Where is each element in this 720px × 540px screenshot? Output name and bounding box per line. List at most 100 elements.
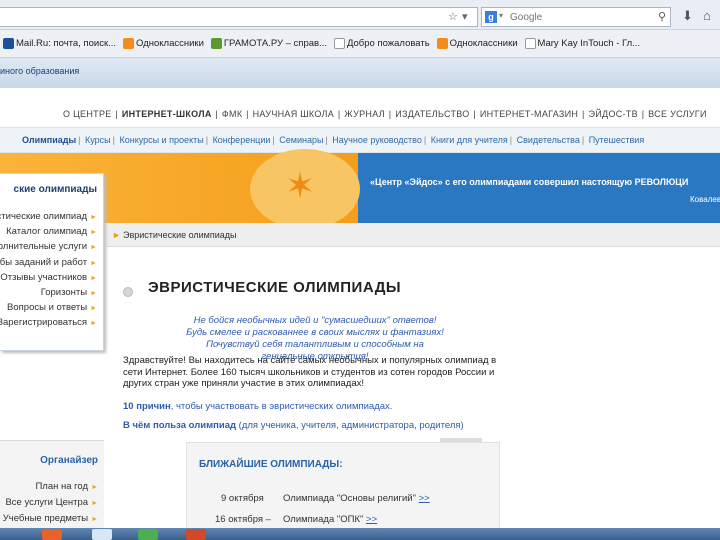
home-icon[interactable]: ⌂	[703, 8, 711, 23]
subnav-item[interactable]: Путешествия	[589, 135, 645, 145]
intro-text: Здравствуйте! Вы находитесь на сайте сам…	[123, 355, 497, 389]
sidebar-item[interactable]: Отзывы участников ►	[0, 270, 97, 285]
upcoming-events: БЛИЖАЙШИЕ ОЛИМПИАДЫ: 9 октября Олимпиада…	[186, 442, 500, 528]
chevron-right-icon: ►	[91, 500, 98, 507]
chevron-right-icon: ►	[90, 229, 97, 237]
mail-ru-icon	[3, 38, 14, 49]
subnav-item[interactable]: Конкурсы и проекты	[120, 135, 204, 145]
sidebar-item-label: Отзывы участников	[0, 271, 88, 283]
event-item[interactable]: Олимпиада "ОПК" >>	[283, 514, 377, 525]
bookmark-mary-kay[interactable]: Mary Kay InTouch - Гл...	[524, 38, 641, 49]
explorer-icon[interactable]	[92, 529, 112, 540]
subnav-item[interactable]: Семинары	[279, 135, 323, 145]
sidebar-item-label: Вопросы и ответы	[7, 302, 88, 314]
subnav-item[interactable]: Свидетельства	[517, 135, 580, 145]
organizer-item-label: План на год	[35, 481, 89, 492]
sidebar-menu: ские олимпиады эвристические олимпиад► К…	[0, 173, 104, 351]
sidebar-item[interactable]: эвристические олимпиад►	[0, 209, 97, 224]
search-input[interactable]	[510, 10, 640, 24]
sidebar-item[interactable]: Зарегистрироваться ►	[0, 315, 97, 330]
bookmark-odnoklassniki-2[interactable]: Одноклассники	[436, 38, 518, 49]
gramota-icon	[210, 38, 222, 49]
nav-item[interactable]: О ЦЕНТРЕ	[63, 109, 112, 119]
sidebar-list: эвристические олимпиад► Каталог олимпиад…	[0, 209, 97, 331]
event-item[interactable]: Олимпиада "Основы религий" >>	[283, 493, 430, 504]
nav-item[interactable]: ЖУРНАЛ	[344, 109, 385, 119]
nav-item[interactable]: ЭЙДОС-ТВ	[588, 109, 637, 119]
sidebar-item[interactable]: бы заданий и работ ►	[0, 255, 97, 270]
sidebar-item-label: Горизонты	[40, 286, 88, 298]
sidebar-item[interactable]: Каталог олимпиад ►	[0, 224, 97, 239]
organizer-title: Органайзер	[40, 455, 98, 466]
reasons-bold: 10 причин	[123, 401, 171, 412]
subnav-item[interactable]: Конференции	[213, 135, 271, 145]
event-more-link[interactable]: >>	[419, 493, 430, 504]
banner-author: Ковалев	[690, 195, 720, 204]
google-icon: g	[485, 11, 497, 23]
chevron-right-icon: ►	[90, 244, 97, 252]
odnoklassniki-icon	[436, 38, 448, 49]
nav-item[interactable]: ВСЕ УСЛУГИ	[648, 109, 707, 119]
powerpoint-icon[interactable]	[186, 529, 206, 540]
nav-item-active[interactable]: ИНТЕРНЕТ-ШКОЛА	[122, 109, 212, 119]
sidebar-title: ские олимпиады	[13, 184, 97, 195]
event-date: 9 октября	[221, 493, 264, 504]
bookmarks-bar: Mail.Ru: почта, поиск... Одноклассники Г…	[0, 30, 720, 58]
address-bar[interactable]	[0, 7, 478, 27]
bookmark-welcome[interactable]: Добро пожаловать	[333, 38, 430, 49]
organizer-item[interactable]: Учебные предметы ►	[3, 511, 98, 527]
chrome-icon[interactable]	[138, 529, 158, 540]
site-header: иного образования	[0, 58, 720, 88]
sidebar-item-label: Зарегистрироваться	[0, 317, 88, 329]
organizer-item-label: Учебные предметы	[2, 513, 89, 524]
event-label: Олимпиада "ОПК"	[283, 514, 364, 525]
search-icon[interactable]: ⚲	[658, 10, 666, 23]
reload-icon[interactable]: ▾	[462, 10, 468, 23]
sidebar-item[interactable]: Дополнительные услуги►	[0, 239, 97, 254]
bookmark-gramota[interactable]: ГРАМОТА.РУ – справ...	[210, 38, 327, 49]
breadcrumb-current[interactable]: Эвристические олимпиады	[123, 230, 237, 240]
hero-banner: ✶ «Центр «Эйдос» с его олимпиадами совер…	[0, 149, 720, 229]
chevron-right-icon: ►	[90, 289, 97, 297]
bookmark-mail-ru[interactable]: Mail.Ru: почта, поиск...	[3, 38, 116, 49]
firefox-icon[interactable]	[42, 529, 62, 540]
chevron-right-icon: ►	[90, 305, 97, 313]
events-title: БЛИЖАЙШИЕ ОЛИМПИАДЫ:	[199, 459, 343, 470]
sidebar-item-label: эвристические олимпиад	[0, 211, 88, 222]
star-icon[interactable]: ☆	[448, 10, 458, 23]
reasons-link[interactable]: 10 причин, чтобы участвовать в эвристиче…	[123, 401, 392, 412]
subnav-item-active[interactable]: Олимпиады	[22, 135, 76, 145]
chevron-down-icon[interactable]: ▾	[499, 11, 503, 20]
reasons-rest: , чтобы участвовать в эвристических олим…	[170, 401, 393, 412]
bookmark-label: Добро пожаловать	[346, 38, 430, 49]
subnav-item[interactable]: Научное руководство	[332, 135, 422, 145]
nav-item[interactable]: ИЗДАТЕЛЬСТВО	[395, 109, 469, 119]
nav-item[interactable]: ИНТЕРНЕТ-МАГАЗИН	[480, 109, 578, 119]
nav-item[interactable]: НАУЧНАЯ ШКОЛА	[253, 109, 334, 119]
search-box[interactable]: g ▾ ⚲	[481, 7, 671, 27]
event-date: 16 октября –	[215, 514, 271, 525]
sidebar-item[interactable]: Вопросы и ответы ►	[0, 300, 97, 315]
benefit-link[interactable]: В чём польза олимпиад (для ученика, учит…	[123, 420, 464, 431]
chevron-right-icon: ►	[90, 214, 97, 221]
bookmark-label: Одноклассники	[449, 38, 518, 49]
motto-line: Будь смелее и раскованнее в своих мыслях…	[186, 327, 444, 338]
page-title: ЭВРИСТИЧЕСКИЕ ОЛИМПИАДЫ	[148, 279, 402, 296]
subnav-item[interactable]: Книги для учителя	[431, 135, 508, 145]
event-more-link[interactable]: >>	[366, 514, 377, 525]
odnoklassniki-icon	[123, 38, 135, 49]
nav-item[interactable]: ФМК	[222, 109, 242, 119]
bookmark-odnoklassniki[interactable]: Одноклассники	[123, 38, 204, 49]
sidebar-item-label: бы заданий и работ	[0, 256, 88, 268]
organizer-item[interactable]: Все услуги Центра ►	[3, 495, 98, 511]
organizer-list: План на год ► Все услуги Центра ► Учебные …	[3, 479, 98, 527]
sidebar-item[interactable]: Горизонты ►	[0, 285, 97, 300]
subnav-item[interactable]: Курсы	[85, 135, 111, 145]
bookmark-label: Mary Kay InTouch - Гл...	[537, 38, 641, 49]
bookmark-label: Одноклассники	[136, 38, 204, 49]
benefit-bold: В чём польза олимпиад	[123, 420, 237, 431]
organizer-item[interactable]: План на год ►	[3, 479, 98, 495]
sidebar-item-label: Каталог олимпиад	[6, 226, 88, 238]
download-icon[interactable]: ⬇	[682, 8, 693, 24]
motto-line: Не бойся необычных идей и "сумасшедших" …	[193, 315, 437, 326]
